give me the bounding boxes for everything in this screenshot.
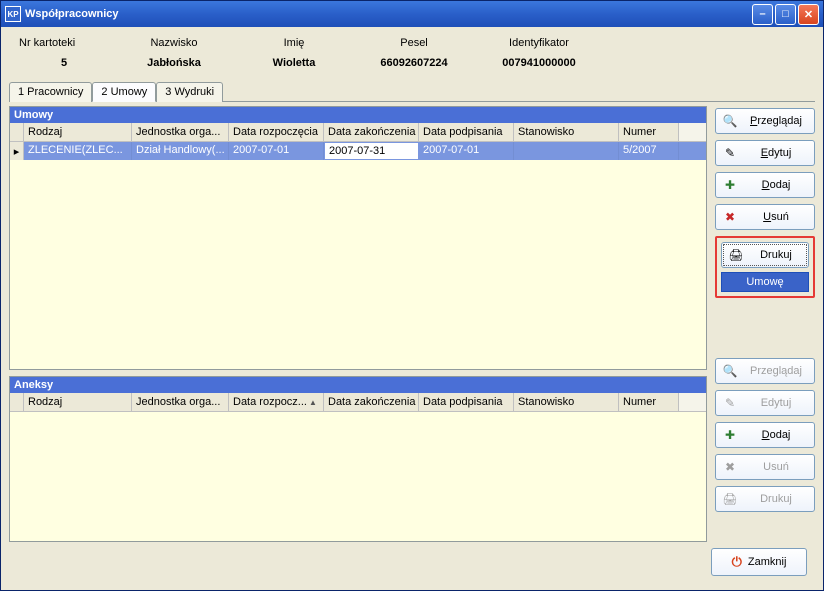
zamknij-button[interactable]: ⏻ Zamknij bbox=[711, 548, 807, 576]
przegladaj-button[interactable]: 🔍 Przeglądaj bbox=[715, 108, 815, 134]
sort-asc-icon: ▲ bbox=[309, 398, 317, 407]
col-rodzaj[interactable]: Rodzaj bbox=[24, 393, 132, 411]
cell-stanowisko bbox=[514, 142, 619, 160]
view-icon: 🔍 bbox=[722, 113, 738, 129]
label-nazwisko: Nazwisko bbox=[119, 37, 229, 49]
label-identyfikator: Identyfikator bbox=[479, 37, 599, 49]
aneksy-drukuj-button[interactable]: 🖨 Drukuj bbox=[715, 486, 815, 512]
aneksy-edytuj-button[interactable]: ✎ Edytuj bbox=[715, 390, 815, 416]
edytuj-button[interactable]: ✎ Edytuj bbox=[715, 140, 815, 166]
aneksy-title: Aneksy bbox=[10, 377, 706, 393]
power-icon: ⏻ bbox=[732, 554, 742, 570]
col-data-zakonczenia[interactable]: Data zakończenia bbox=[324, 123, 419, 141]
add-icon: ✚ bbox=[722, 177, 738, 193]
minimize-button[interactable]: – bbox=[752, 4, 773, 25]
spacer bbox=[715, 304, 815, 352]
table-row[interactable]: ▸ ZLECENIE(ZLEC... Dział Handlowy(... 20… bbox=[10, 142, 706, 160]
record-header: Nr kartoteki 5 Nazwisko Jabłońska Imię W… bbox=[9, 33, 815, 79]
aneksy-usun-button[interactable]: ✖ Usuń bbox=[715, 454, 815, 480]
cell-jednostka: Dział Handlowy(... bbox=[132, 142, 229, 160]
umowy-header-row: Rodzaj Jednostka orga... Data rozpoczęci… bbox=[10, 123, 706, 142]
delete-icon: ✖ bbox=[722, 459, 738, 475]
tabs: 1 Pracownicy 2 Umowy 3 Wydruki bbox=[9, 81, 815, 102]
value-identyfikator: 007941000000 bbox=[479, 57, 599, 69]
col-data-podpisania[interactable]: Data podpisania bbox=[419, 123, 514, 141]
col-data-zakonczenia[interactable]: Data zakończenia bbox=[324, 393, 419, 411]
main-window: KP Współpracownicy – □ ✕ Nr kartoteki 5 … bbox=[0, 0, 824, 591]
footer: ⏻ Zamknij bbox=[9, 542, 815, 584]
titlebar: KP Współpracownicy – □ ✕ bbox=[1, 1, 823, 27]
value-nazwisko: Jabłońska bbox=[119, 57, 229, 69]
dodaj-button[interactable]: ✚ Dodaj bbox=[715, 172, 815, 198]
tab-wydruki[interactable]: 3 Wydruki bbox=[156, 82, 223, 102]
col-data-rozpoczecia[interactable]: Data rozpoczęcia bbox=[229, 123, 324, 141]
tab-umowy[interactable]: 2 Umowy bbox=[92, 82, 156, 102]
aneksy-header-row: Rodzaj Jednostka orga... Data rozpocz...… bbox=[10, 393, 706, 412]
add-icon: ✚ bbox=[722, 427, 738, 443]
drukuj-button[interactable]: 🖨 Drukuj bbox=[721, 242, 809, 268]
aneksy-body[interactable] bbox=[10, 412, 706, 541]
umowy-body[interactable]: ▸ ZLECENIE(ZLEC... Dział Handlowy(... 20… bbox=[10, 142, 706, 369]
window-title: Współpracownicy bbox=[25, 8, 752, 20]
aneksy-grid: Aneksy Rodzaj Jednostka orga... Data roz… bbox=[9, 376, 707, 542]
row-indicator-header bbox=[10, 123, 24, 141]
window-controls: – □ ✕ bbox=[752, 4, 819, 25]
col-numer[interactable]: Numer bbox=[619, 393, 679, 411]
value-imie: Wioletta bbox=[239, 57, 349, 69]
cell-numer: 5/2007 bbox=[619, 142, 679, 160]
grids-column: Umowy Rodzaj Jednostka orga... Data rozp… bbox=[9, 106, 707, 542]
label-imie: Imię bbox=[239, 37, 349, 49]
col-numer[interactable]: Numer bbox=[619, 123, 679, 141]
umowy-title: Umowy bbox=[10, 107, 706, 123]
main-area: Umowy Rodzaj Jednostka orga... Data rozp… bbox=[9, 102, 815, 542]
drukuj-umowe-button[interactable]: Umowę bbox=[721, 272, 809, 292]
tab-pracownicy[interactable]: 1 Pracownicy bbox=[9, 82, 92, 102]
col-rodzaj[interactable]: Rodzaj bbox=[24, 123, 132, 141]
edit-icon: ✎ bbox=[722, 145, 738, 161]
maximize-button[interactable]: □ bbox=[775, 4, 796, 25]
col-stanowisko[interactable]: Stanowisko bbox=[514, 123, 619, 141]
col-jednostka[interactable]: Jednostka orga... bbox=[132, 393, 229, 411]
cell-rodzaj: ZLECENIE(ZLEC... bbox=[24, 142, 132, 160]
delete-icon: ✖ bbox=[722, 209, 738, 225]
cell-data-zakonczenia[interactable]: 2007-07-31 bbox=[324, 142, 419, 160]
label-nr-kartoteki: Nr kartoteki bbox=[19, 37, 109, 49]
value-pesel: 66092607224 bbox=[359, 57, 469, 69]
row-indicator-icon: ▸ bbox=[10, 142, 24, 160]
edit-icon: ✎ bbox=[722, 395, 738, 411]
value-nr-kartoteki: 5 bbox=[19, 57, 109, 69]
content-area: Nr kartoteki 5 Nazwisko Jabłońska Imię W… bbox=[1, 27, 823, 590]
app-icon: KP bbox=[5, 6, 21, 22]
aneksy-dodaj-button[interactable]: ✚ Dodaj bbox=[715, 422, 815, 448]
usun-button[interactable]: ✖ Usuń bbox=[715, 204, 815, 230]
view-icon: 🔍 bbox=[722, 363, 738, 379]
umowy-grid: Umowy Rodzaj Jednostka orga... Data rozp… bbox=[9, 106, 707, 370]
col-jednostka[interactable]: Jednostka orga... bbox=[132, 123, 229, 141]
col-data-rozpoczecia[interactable]: Data rozpocz...▲ bbox=[229, 393, 324, 411]
cell-data-rozpoczecia: 2007-07-01 bbox=[229, 142, 324, 160]
print-icon: 🖨 bbox=[728, 247, 744, 263]
print-group: 🖨 Drukuj Umowę bbox=[715, 236, 815, 298]
col-data-podpisania[interactable]: Data podpisania bbox=[419, 393, 514, 411]
close-window-button[interactable]: ✕ bbox=[798, 4, 819, 25]
row-indicator-header bbox=[10, 393, 24, 411]
print-icon: 🖨 bbox=[722, 491, 738, 507]
cell-data-podpisania: 2007-07-01 bbox=[419, 142, 514, 160]
aneksy-przegladaj-button[interactable]: 🔍 Przeglądaj bbox=[715, 358, 815, 384]
umowy-buttons: 🔍 Przeglądaj ✎ Edytuj ✚ Dodaj ✖ Usuń bbox=[715, 106, 815, 542]
col-stanowisko[interactable]: Stanowisko bbox=[514, 393, 619, 411]
label-pesel: Pesel bbox=[359, 37, 469, 49]
